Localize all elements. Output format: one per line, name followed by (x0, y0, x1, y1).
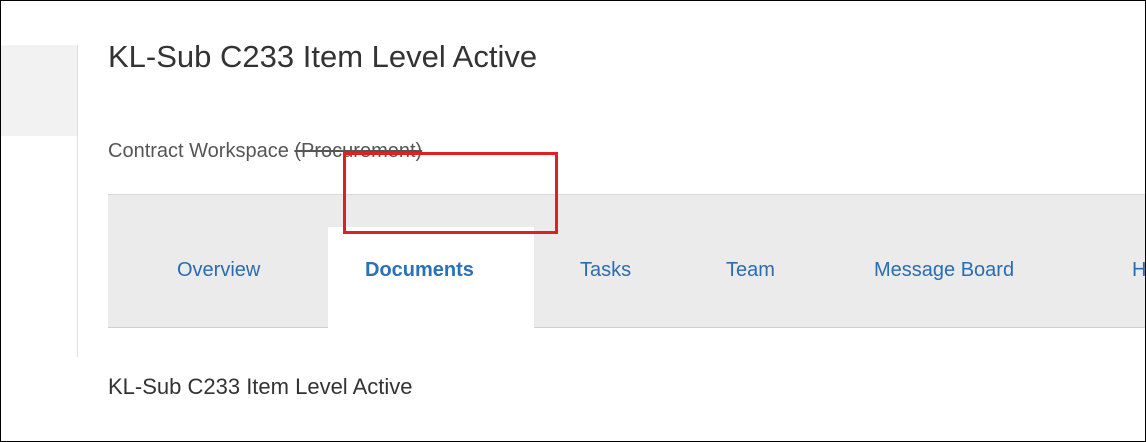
tab-bar-top-border (108, 194, 1145, 195)
screenshot-frame: KL-Sub C233 Item Level Active Contract W… (0, 0, 1146, 442)
tab-history-truncated[interactable]: H (1132, 259, 1145, 282)
tab-team[interactable]: Team (726, 259, 775, 282)
red-highlight-annotation (343, 152, 558, 234)
left-panel-band (1, 45, 77, 136)
left-side-panel (1, 45, 78, 357)
tab-documents[interactable]: Documents (365, 259, 474, 282)
tab-tasks[interactable]: Tasks (580, 259, 631, 282)
tab-message-board[interactable]: Message Board (874, 259, 1014, 282)
tab-overview[interactable]: Overview (177, 259, 260, 282)
tab-bar-bottom-border (108, 327, 1145, 328)
page-title: KL-Sub C233 Item Level Active (108, 39, 538, 74)
workspace-type-prefix: Contract Workspace (108, 140, 295, 162)
document-section-title: KL-Sub C233 Item Level Active (108, 374, 413, 399)
